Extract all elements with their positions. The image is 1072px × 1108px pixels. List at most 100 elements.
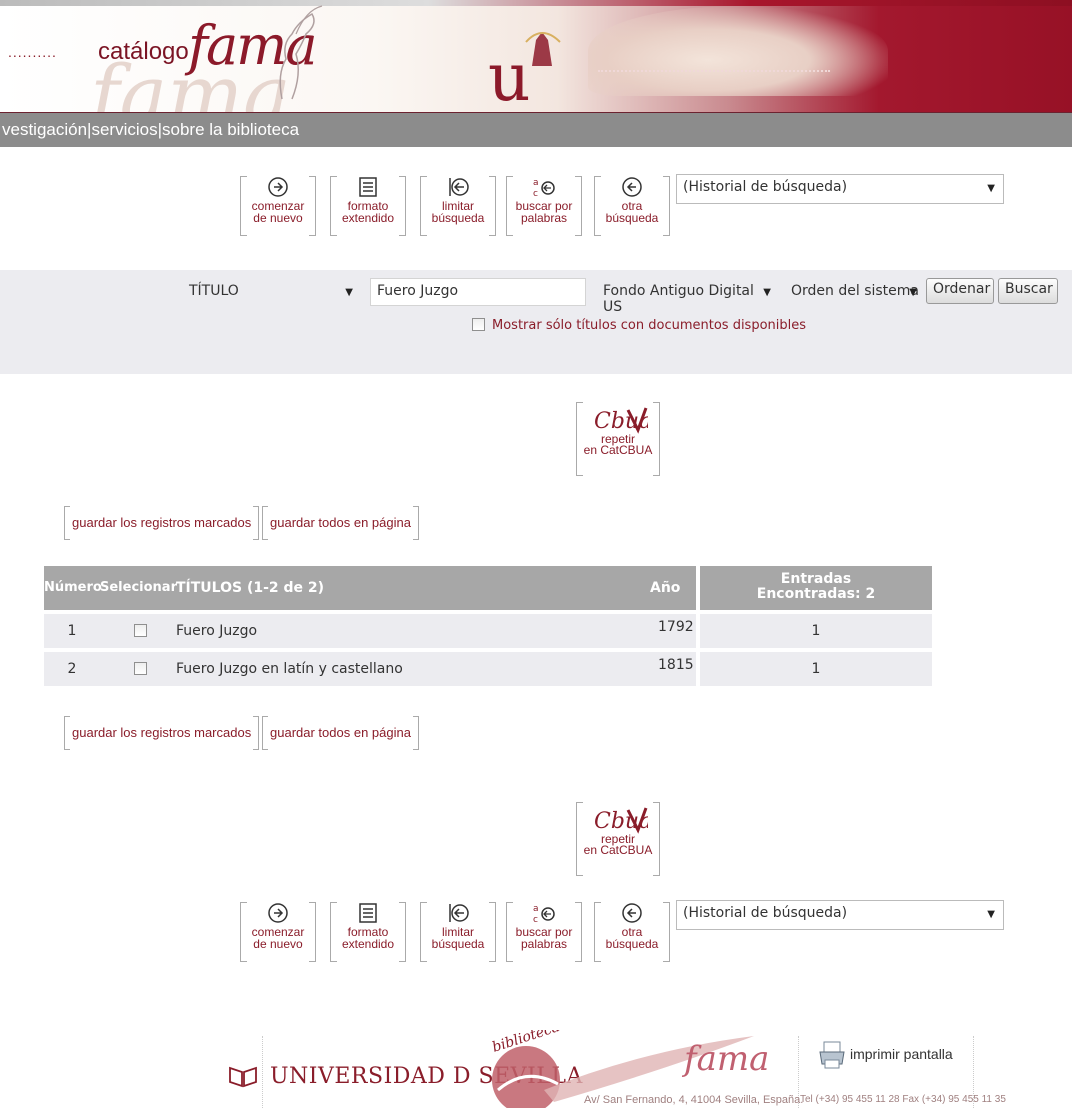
search-query-value: Fuero Juzgo xyxy=(377,283,459,299)
results-table-header: Número Selecionar TÍTULOS (1-2 de 2) Año… xyxy=(44,566,932,610)
logo-catalogo-text: catálogo xyxy=(98,38,189,65)
start-over-label: comenzar de nuevo xyxy=(251,925,305,951)
repeat-catcbua-button-bottom[interactable]: Cbua repetir en CatCBUA xyxy=(576,802,660,876)
table-row: 1 Fuero Juzgo 1792 1 xyxy=(44,614,932,648)
row-divider xyxy=(696,614,700,686)
limit-search-button[interactable]: limitar búsqueda xyxy=(420,172,496,236)
row-select-checkbox[interactable] xyxy=(134,624,147,637)
arrow-left-circle-icon xyxy=(622,177,642,197)
row-select-checkbox[interactable] xyxy=(134,662,147,675)
row-year: 1792 xyxy=(658,619,694,635)
search-query-input[interactable]: Fuero Juzgo xyxy=(370,278,586,306)
chevron-down-icon: ▼ xyxy=(345,287,353,298)
extended-format-label: formato extendido xyxy=(341,199,395,225)
search-history-value: (Historial de búsqueda) xyxy=(683,905,848,921)
header-seleccionar: Selecionar xyxy=(100,580,177,595)
sort-order-select[interactable]: Orden del sistema ▼ xyxy=(784,278,926,306)
row-entries: 1 xyxy=(811,661,821,677)
search-field-select[interactable]: TÍTULO ▼ xyxy=(182,278,362,306)
collection-select[interactable]: Fondo Antiguo Digital US ▼ xyxy=(596,278,780,315)
print-screen-link[interactable]: imprimir pantalla xyxy=(850,1046,953,1062)
sort-order-value: Orden del sistema xyxy=(791,283,919,299)
search-history-value: (Historial de búsqueda) xyxy=(683,179,848,195)
row-title-link[interactable]: Fuero Juzgo xyxy=(176,614,646,648)
start-over-button[interactable]: comenzar de nuevo xyxy=(240,172,316,236)
open-book-image xyxy=(588,6,888,96)
header-entradas: Entradas Encontradas: 2 xyxy=(756,571,876,602)
limit-search-button-bottom[interactable]: limitar búsqueda xyxy=(420,898,496,962)
top-nav-bar: vestigación|servicios|sobre la bibliotec… xyxy=(0,112,1072,147)
header-numero: Número xyxy=(44,580,102,595)
footer-phone: Tel (+34) 95 455 11 28 Fax (+34) 95 455 … xyxy=(800,1094,1006,1105)
header-dots-right xyxy=(598,70,830,72)
header-titulos[interactable]: TÍTULOS (1-2 de 2) xyxy=(176,566,646,610)
universidad-sevilla-seal-icon: u xyxy=(488,32,561,106)
arrow-left-circle-icon xyxy=(622,903,642,923)
row-year: 1815 xyxy=(658,657,694,673)
catcbua-logo-icon: Cbua xyxy=(594,407,648,434)
chevron-down-icon: ▼ xyxy=(909,287,917,298)
another-search-button-bottom[interactable]: otra búsqueda xyxy=(594,898,670,962)
search-field-value: TÍTULO xyxy=(189,283,239,299)
start-over-button-bottom[interactable]: comenzar de nuevo xyxy=(240,898,316,962)
limit-search-label: limitar búsqueda xyxy=(431,925,485,951)
arrow-right-circle-icon xyxy=(268,903,288,923)
search-history-select[interactable]: (Historial de búsqueda) ▼ xyxy=(676,174,1004,204)
row-title-link[interactable]: Fuero Juzgo en latín y castellano xyxy=(176,652,646,686)
header-dots-left: .......... xyxy=(8,44,57,60)
repeat-catcbua-label: repetir en CatCBUA xyxy=(583,832,653,857)
another-search-button[interactable]: otra búsqueda xyxy=(594,172,670,236)
sort-button[interactable]: Ordenar xyxy=(926,278,994,304)
abc-arrow-icon: ac xyxy=(533,904,555,924)
book-open-icon xyxy=(229,1066,257,1088)
limit-search-label: limitar búsqueda xyxy=(431,199,485,225)
start-over-label: comenzar de nuevo xyxy=(251,199,305,225)
angel-figure-icon xyxy=(279,5,323,100)
header-top-line xyxy=(0,0,1072,6)
extended-format-label: formato extendido xyxy=(341,925,395,951)
row-number: 1 xyxy=(67,623,77,639)
svg-text:c: c xyxy=(533,189,538,198)
svg-text:c: c xyxy=(533,915,538,924)
keyword-search-label: buscar por palabras xyxy=(515,199,573,225)
save-all-page-button-bottom[interactable]: guardar todos en página xyxy=(262,716,419,750)
only-available-label: Mostrar sólo títulos con documentos disp… xyxy=(492,318,807,333)
top-nav-links[interactable]: vestigación|servicios|sobre la bibliotec… xyxy=(0,120,299,139)
keyword-search-label: buscar por palabras xyxy=(515,925,573,951)
save-marked-button[interactable]: guardar los registros marcados xyxy=(64,506,260,540)
footer-fama-text: fama xyxy=(681,1039,769,1079)
another-search-label: otra búsqueda xyxy=(605,199,659,225)
save-marked-button-bottom[interactable]: guardar los registros marcados xyxy=(64,716,260,750)
header-divider xyxy=(696,566,700,610)
catcbua-logo-icon: Cbua xyxy=(594,807,648,834)
table-row: 2 Fuero Juzgo en latín y castellano 1815… xyxy=(44,652,932,686)
save-all-page-button[interactable]: guardar todos en página xyxy=(262,506,419,540)
keyword-search-button-bottom[interactable]: ac buscar por palabras xyxy=(506,898,582,962)
extended-format-button[interactable]: formato extendido xyxy=(330,172,406,236)
arrow-right-circle-icon xyxy=(268,177,288,197)
repeat-catcbua-label: repetir en CatCBUA xyxy=(583,432,653,457)
abc-arrow-icon: ac xyxy=(533,178,555,198)
repeat-catcbua-button[interactable]: Cbua repetir en CatCBUA xyxy=(576,402,660,476)
search-history-select-bottom[interactable]: (Historial de búsqueda) ▼ xyxy=(676,900,1004,930)
header-ano[interactable]: Año xyxy=(650,566,698,610)
document-lines-icon xyxy=(359,903,377,923)
document-lines-icon xyxy=(359,177,377,197)
footer-address: Av/ San Fernando, 4, 41004 Sevilla, Espa… xyxy=(584,1094,804,1106)
row-entries: 1 xyxy=(811,623,821,639)
site-header: fama .......... catálogo fama u xyxy=(0,0,1072,112)
bar-arrow-left-icon xyxy=(449,904,469,922)
chevron-down-icon: ▼ xyxy=(987,909,995,920)
only-available-checkbox[interactable] xyxy=(472,318,485,331)
chevron-down-icon: ▼ xyxy=(987,183,995,194)
bar-arrow-left-icon xyxy=(449,178,469,196)
search-button[interactable]: Buscar xyxy=(998,278,1058,304)
row-number: 2 xyxy=(67,661,77,677)
svg-text:a: a xyxy=(533,178,539,188)
svg-text:a: a xyxy=(533,904,539,914)
chevron-down-icon: ▼ xyxy=(763,287,771,298)
another-search-label: otra búsqueda xyxy=(605,925,659,951)
printer-icon xyxy=(819,1041,845,1069)
extended-format-button-bottom[interactable]: formato extendido xyxy=(330,898,406,962)
keyword-search-button[interactable]: ac buscar por palabras xyxy=(506,172,582,236)
